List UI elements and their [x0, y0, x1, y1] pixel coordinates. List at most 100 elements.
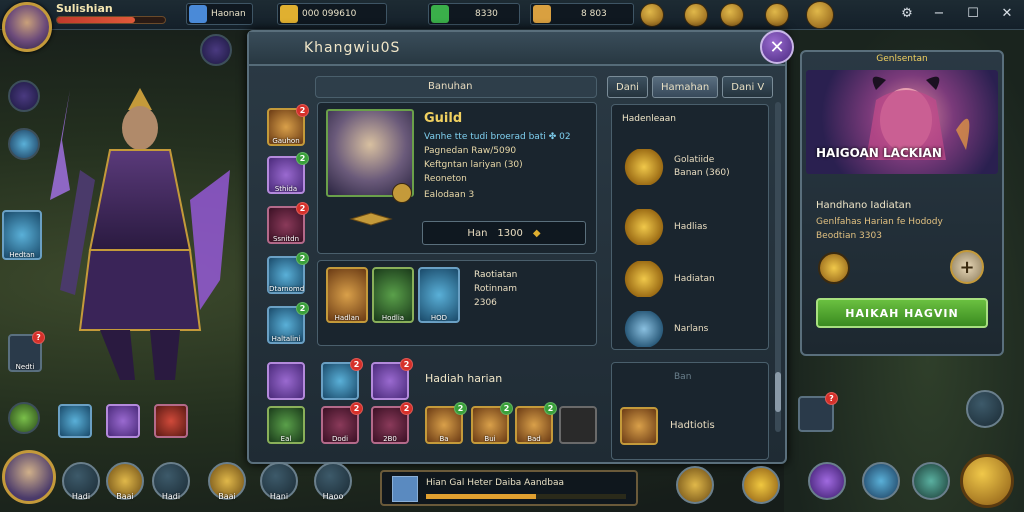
side-slot-label: Haltalini: [271, 335, 301, 343]
notification-badge: 2: [500, 402, 513, 415]
player-health-bar: [56, 16, 166, 24]
settings-icon[interactable]: ⚙: [894, 2, 920, 24]
side-slot[interactable]: 2 Haltalini: [267, 302, 309, 344]
equip-sub-1: Rotinnam: [474, 284, 518, 294]
top-bar: Sulishian Haonan 000 099610 8330 8 803 ⚙…: [0, 0, 1024, 52]
rewards-list: Hadenleaan Golatiide Banan (360) Hadlias…: [611, 104, 769, 350]
left-menu-crystal-button[interactable]: [8, 128, 40, 160]
event-icon[interactable]: [684, 3, 708, 27]
minimize-icon[interactable]: −: [926, 2, 952, 24]
resource-gold[interactable]: 000 099610: [277, 3, 387, 25]
event-claim-button[interactable]: HAIKAH HAGVIN: [816, 298, 988, 328]
resource-emerald[interactable]: 8330: [428, 3, 520, 25]
primary-action-button[interactable]: [960, 454, 1014, 508]
player-avatar[interactable]: [2, 2, 52, 52]
notification-badge: 2: [296, 202, 309, 215]
bottom-avatar[interactable]: [2, 450, 56, 504]
panel-scrollbar[interactable]: [775, 102, 781, 432]
equip-slot[interactable]: Hadlan: [326, 267, 368, 323]
event-card-art: HAIGOAN LACKIAN: [806, 70, 998, 174]
tab-bar: Dani Hamahan Dani V: [607, 76, 774, 98]
shop-icon[interactable]: [640, 3, 664, 27]
close-window-icon[interactable]: ✕: [994, 2, 1020, 24]
reward-row[interactable]: Golatiide Banan (360): [624, 145, 754, 189]
panel-title: Khangwiu0S: [304, 40, 401, 56]
notification-badge: 2: [544, 402, 557, 415]
item-slot[interactable]: [267, 362, 305, 400]
item-slot[interactable]: 2 Bad: [515, 402, 557, 444]
guild-line-2: Pagnedan Raw/5090: [424, 146, 517, 156]
left-inventory-button[interactable]: ? Nedti: [8, 331, 45, 372]
add-button[interactable]: +: [950, 250, 984, 284]
crystal-button[interactable]: [862, 462, 900, 500]
magic-orb-button[interactable]: [808, 462, 846, 500]
equip-slot[interactable]: Hodlia: [372, 267, 414, 323]
item-slot-label: Ba: [439, 435, 449, 443]
left-slot-teal[interactable]: [58, 404, 92, 438]
item-slot[interactable]: Eal: [267, 406, 305, 444]
side-slot[interactable]: 2 Gauhon: [267, 104, 309, 146]
left-menu-skill-button[interactable]: [8, 80, 40, 112]
notification-badge: ?: [32, 331, 45, 344]
resource-gold-value: 000 099610: [302, 9, 357, 19]
reward-row[interactable]: Hadiatan: [624, 257, 754, 301]
equip-slot[interactable]: HOD: [418, 267, 460, 323]
mail-icon[interactable]: [765, 3, 789, 27]
side-slot[interactable]: 2 Sthida: [267, 152, 309, 194]
reward-name: Hadiatan: [674, 273, 715, 284]
chest-button[interactable]: ?: [798, 392, 838, 432]
bottom-button-label: Hadi: [71, 492, 91, 501]
item-slot[interactable]: 2: [371, 358, 413, 400]
tab-hamahan[interactable]: Hamahan: [651, 76, 719, 98]
reward-row[interactable]: Hadlias: [624, 205, 754, 249]
player-health-fill: [57, 17, 135, 23]
rank-icon[interactable]: [806, 1, 834, 29]
quest-icon[interactable]: [720, 3, 744, 27]
item-slot[interactable]: 2 2B0: [371, 402, 413, 444]
left-side-card[interactable]: Hedtan: [2, 210, 42, 260]
item-slot-label: Bad: [527, 435, 541, 443]
resource-crystal[interactable]: Haonan: [186, 3, 253, 25]
left-slot-purple[interactable]: [106, 404, 140, 438]
side-slot-label: Dtarnomd: [269, 285, 305, 293]
left-slot-green[interactable]: [8, 402, 40, 434]
quest-strip[interactable]: Hian Gal Heter Daiba Aandbaa: [380, 470, 638, 506]
left-slot-red[interactable]: [154, 404, 188, 438]
guild-contribution-bar[interactable]: Han 1300 ◆: [422, 221, 586, 245]
left-menu-gem-button[interactable]: [200, 34, 232, 66]
item-slot-label: Eal: [280, 435, 292, 443]
close-panel-button[interactable]: ✕: [760, 30, 794, 64]
side-slot-label: Sthida: [274, 185, 298, 193]
notification-badge: 2: [296, 152, 309, 165]
star-button[interactable]: [742, 466, 780, 504]
guild-line-5: Ealodaan 3: [424, 190, 475, 200]
side-slot[interactable]: 2 Ssnitdn: [267, 202, 309, 244]
guild-line-4: Reoneton: [424, 174, 467, 184]
gold-ingot-icon: [533, 5, 551, 23]
scrollbar-thumb[interactable]: [775, 372, 781, 412]
bottom-button-label: Haoo: [322, 492, 344, 501]
item-slot[interactable]: [559, 406, 597, 444]
reward-row[interactable]: Narlans: [624, 307, 754, 351]
resource-ingot[interactable]: 8 803: [530, 3, 634, 25]
quest-portrait: [392, 476, 418, 502]
item-slot[interactable]: 2 Dodi: [321, 402, 363, 444]
maximize-icon[interactable]: ☐: [960, 2, 986, 24]
item-slot[interactable]: 2 Bui: [471, 402, 513, 444]
equip-slot-label: Hadlan: [334, 314, 360, 322]
tab-dani-v[interactable]: Dani V: [722, 76, 774, 98]
guild-emblem-icon: [392, 183, 412, 203]
item-slot[interactable]: 2 Ba: [425, 402, 467, 444]
tab-dani[interactable]: Dani: [607, 76, 648, 98]
reward-name: Narlans: [674, 323, 709, 334]
left-side-card-label: Hedtan: [9, 251, 35, 259]
side-slot[interactable]: 2 Dtarnomd: [267, 252, 309, 294]
claim-item-slot[interactable]: [620, 407, 658, 445]
item-slot[interactable]: 2: [321, 358, 363, 400]
teal-skill-button[interactable]: [912, 462, 950, 500]
bottom-gold-button[interactable]: [676, 466, 714, 504]
guild-card: Guild Vanhe tte tudi broerad bati ✤ 02 P…: [317, 102, 597, 254]
map-button[interactable]: [966, 390, 1004, 428]
equip-slot-label: Hodlia: [381, 314, 405, 322]
event-card-title: Genlsentan: [876, 54, 928, 64]
